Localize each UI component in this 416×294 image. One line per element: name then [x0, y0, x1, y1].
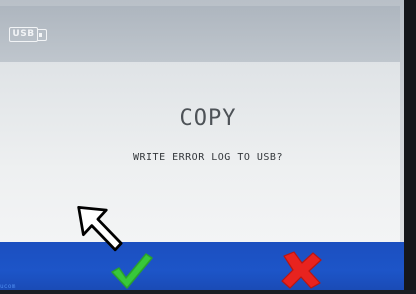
usb-plug-icon — [38, 29, 47, 41]
dialog-title: COPY — [179, 106, 237, 131]
cancel-button[interactable] — [276, 250, 326, 290]
usb-drive-icon: USB — [9, 27, 38, 42]
confirm-dialog: COPY WRITE ERROR LOG TO USB? — [0, 62, 400, 242]
status-bar: USB — [0, 6, 400, 62]
x-icon — [281, 251, 322, 289]
device-screen: USB COPY WRITE ERROR LOG TO USB? ucom — [0, 0, 416, 290]
action-bar — [0, 242, 404, 290]
device-bezel — [404, 0, 416, 290]
bottom-label: ucom — [0, 283, 16, 290]
pointer-arrow-icon — [70, 190, 142, 270]
dialog-message: WRITE ERROR LOG TO USB? — [133, 152, 283, 163]
